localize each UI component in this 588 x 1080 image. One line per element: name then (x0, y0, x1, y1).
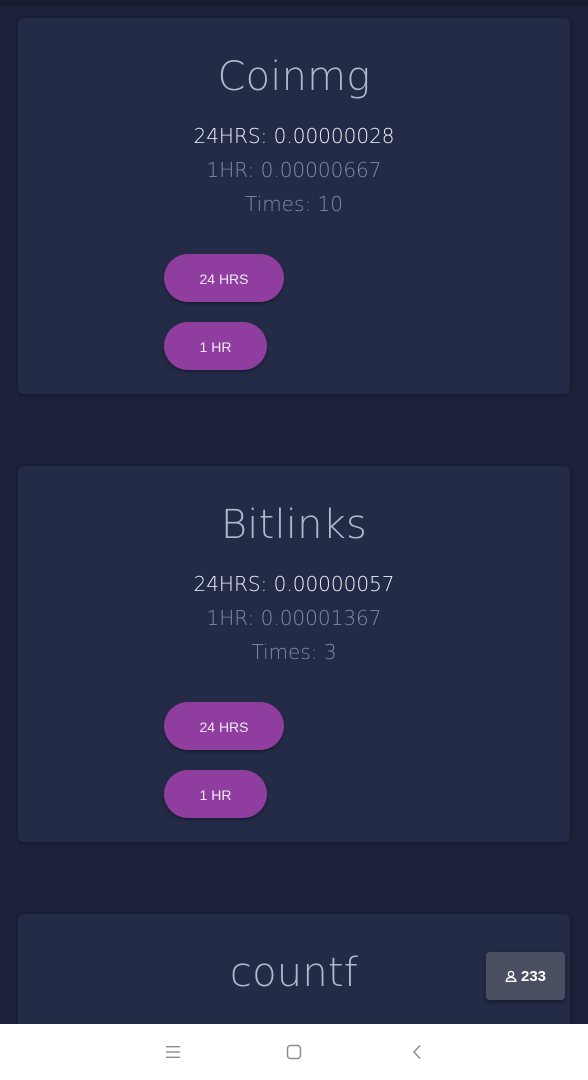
status-bar-strip (0, 0, 588, 6)
stat-24hrs: 24HRS: 0.00000057 (193, 572, 395, 596)
user-icon (505, 970, 517, 982)
back-chevron-icon[interactable] (406, 1042, 428, 1062)
card-title: Coinmg (217, 54, 371, 100)
1hr-button[interactable]: 1 HR (164, 770, 267, 818)
online-users-badge[interactable]: 233 (486, 952, 565, 1000)
stat-times: Times: 10 (245, 192, 343, 216)
coin-card-coinmg: Coinmg 24HRS: 0.00000028 1HR: 0.00000667… (18, 18, 570, 394)
menu-icon[interactable] (162, 1042, 184, 1062)
24hrs-button[interactable]: 24 HRS (164, 254, 284, 302)
card-title: Bitlinks (220, 502, 368, 548)
24hrs-button[interactable]: 24 HRS (164, 702, 284, 750)
stat-24hrs: 24HRS: 0.00000028 (193, 124, 395, 148)
system-navigation-bar (0, 1024, 588, 1080)
online-count: 233 (520, 967, 547, 985)
stat-times: Times: 3 (251, 640, 337, 664)
1hr-button[interactable]: 1 HR (164, 322, 267, 370)
coin-card-bitlinks: Bitlinks 24HRS: 0.00000057 1HR: 0.000013… (18, 466, 570, 842)
home-square-icon[interactable] (283, 1042, 305, 1062)
stat-1hr: 1HR: 0.00000667 (206, 158, 382, 182)
stat-1hr: 1HR: 0.00001367 (206, 606, 382, 630)
